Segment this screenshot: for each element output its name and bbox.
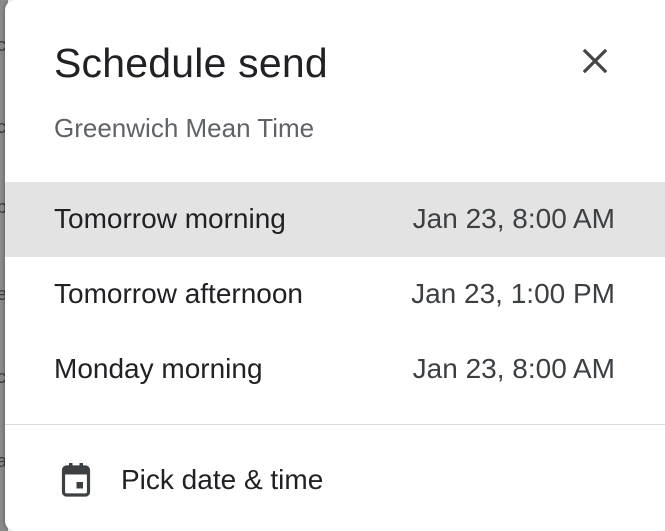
calendar-icon xyxy=(61,463,91,497)
option-time: Jan 23, 8:00 AM xyxy=(412,203,615,234)
dialog-title: Schedule send xyxy=(54,40,328,86)
pick-date-time-button[interactable]: Pick date & time xyxy=(5,440,665,520)
option-tomorrow-afternoon[interactable]: Tomorrow afternoon Jan 23, 1:00 PM xyxy=(5,257,665,332)
option-time: Jan 23, 8:00 AM xyxy=(412,353,615,384)
option-monday-morning[interactable]: Monday morning Jan 23, 8:00 AM xyxy=(5,332,665,407)
option-label: Tomorrow morning xyxy=(54,203,286,234)
close-icon xyxy=(582,48,608,74)
option-time: Jan 23, 1:00 PM xyxy=(411,278,615,309)
close-button[interactable] xyxy=(570,40,618,88)
schedule-send-dialog: Schedule send Greenwich Mean Time Tomorr… xyxy=(5,0,665,531)
schedule-options-list: Tomorrow morning Jan 23, 8:00 AM Tomorro… xyxy=(5,182,665,407)
pick-date-time-label: Pick date & time xyxy=(121,464,324,495)
option-label: Tomorrow afternoon xyxy=(54,278,304,309)
divider xyxy=(5,424,665,425)
option-tomorrow-morning[interactable]: Tomorrow morning Jan 23, 8:00 AM xyxy=(5,182,665,257)
timezone-label: Greenwich Mean Time xyxy=(54,113,315,143)
option-label: Monday morning xyxy=(54,353,263,384)
